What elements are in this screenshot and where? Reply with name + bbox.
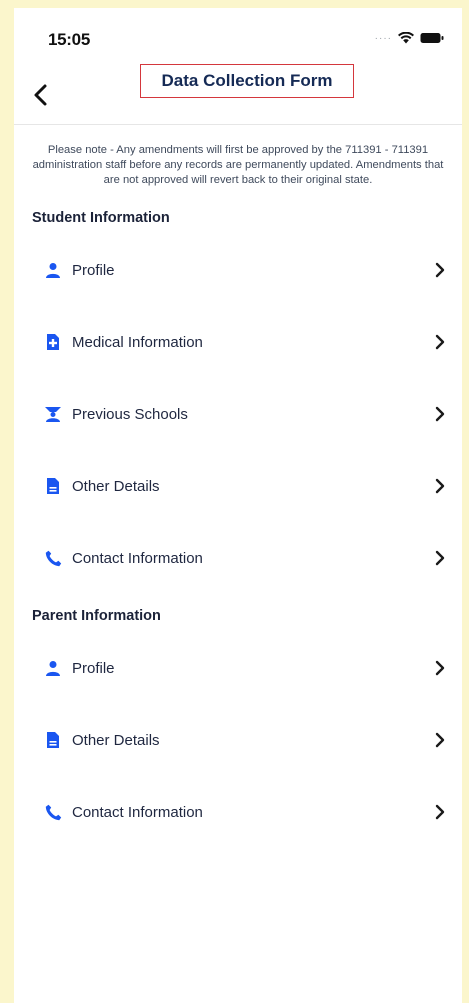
student-section-header: Student Information <box>32 210 170 226</box>
parent-list: Profile Other Details Contact Informatio… <box>14 632 462 848</box>
student-profile-item[interactable]: Profile <box>14 234 462 306</box>
chevron-right-icon <box>435 804 445 820</box>
wifi-icon <box>398 32 414 44</box>
chevron-right-icon <box>435 406 445 422</box>
person-icon <box>44 659 62 677</box>
parent-profile-label: Profile <box>72 659 115 677</box>
parent-profile-item[interactable]: Profile <box>14 632 462 704</box>
status-time: 15:05 <box>48 30 90 49</box>
phone-icon <box>44 803 62 821</box>
chevron-right-icon <box>435 334 445 350</box>
student-previous-schools-item[interactable]: Previous Schools <box>14 378 462 450</box>
student-medical-item[interactable]: Medical Information <box>14 306 462 378</box>
chevron-right-icon <box>435 660 445 676</box>
chevron-right-icon <box>435 550 445 566</box>
student-other-details-label: Other Details <box>72 477 160 495</box>
back-button[interactable] <box>28 82 54 108</box>
status-icons: ···· <box>375 32 444 44</box>
page-title: Data Collection Form <box>140 64 354 98</box>
chevron-right-icon <box>435 262 445 278</box>
battery-icon <box>420 33 444 43</box>
parent-contact-item[interactable]: Contact Information <box>14 776 462 848</box>
student-list: Profile Medical Information Previous Sch… <box>14 234 462 594</box>
person-icon <box>44 261 62 279</box>
phone-screen: 15:05 ···· Data Collection Form Please n… <box>14 8 462 1003</box>
student-profile-label: Profile <box>72 261 115 279</box>
parent-section-header: Parent Information <box>32 608 161 624</box>
chevron-right-icon <box>435 478 445 494</box>
document-icon <box>44 477 62 495</box>
parent-other-details-item[interactable]: Other Details <box>14 704 462 776</box>
school-icon <box>44 405 62 423</box>
phone-icon <box>44 549 62 567</box>
parent-contact-label: Contact Information <box>72 803 203 821</box>
parent-other-details-label: Other Details <box>72 731 160 749</box>
medical-document-icon <box>44 333 62 351</box>
chevron-right-icon <box>435 732 445 748</box>
signal-icon: ···· <box>374 32 392 44</box>
student-contact-item[interactable]: Contact Information <box>14 522 462 594</box>
student-other-details-item[interactable]: Other Details <box>14 450 462 522</box>
document-icon <box>44 731 62 749</box>
student-previous-schools-label: Previous Schools <box>72 405 188 423</box>
nav-bar: Data Collection Form <box>14 64 462 125</box>
student-contact-label: Contact Information <box>72 549 203 567</box>
status-bar: 15:05 ···· <box>14 8 462 64</box>
student-medical-label: Medical Information <box>72 333 203 351</box>
amendment-notice: Please note - Any amendments will first … <box>32 144 444 186</box>
